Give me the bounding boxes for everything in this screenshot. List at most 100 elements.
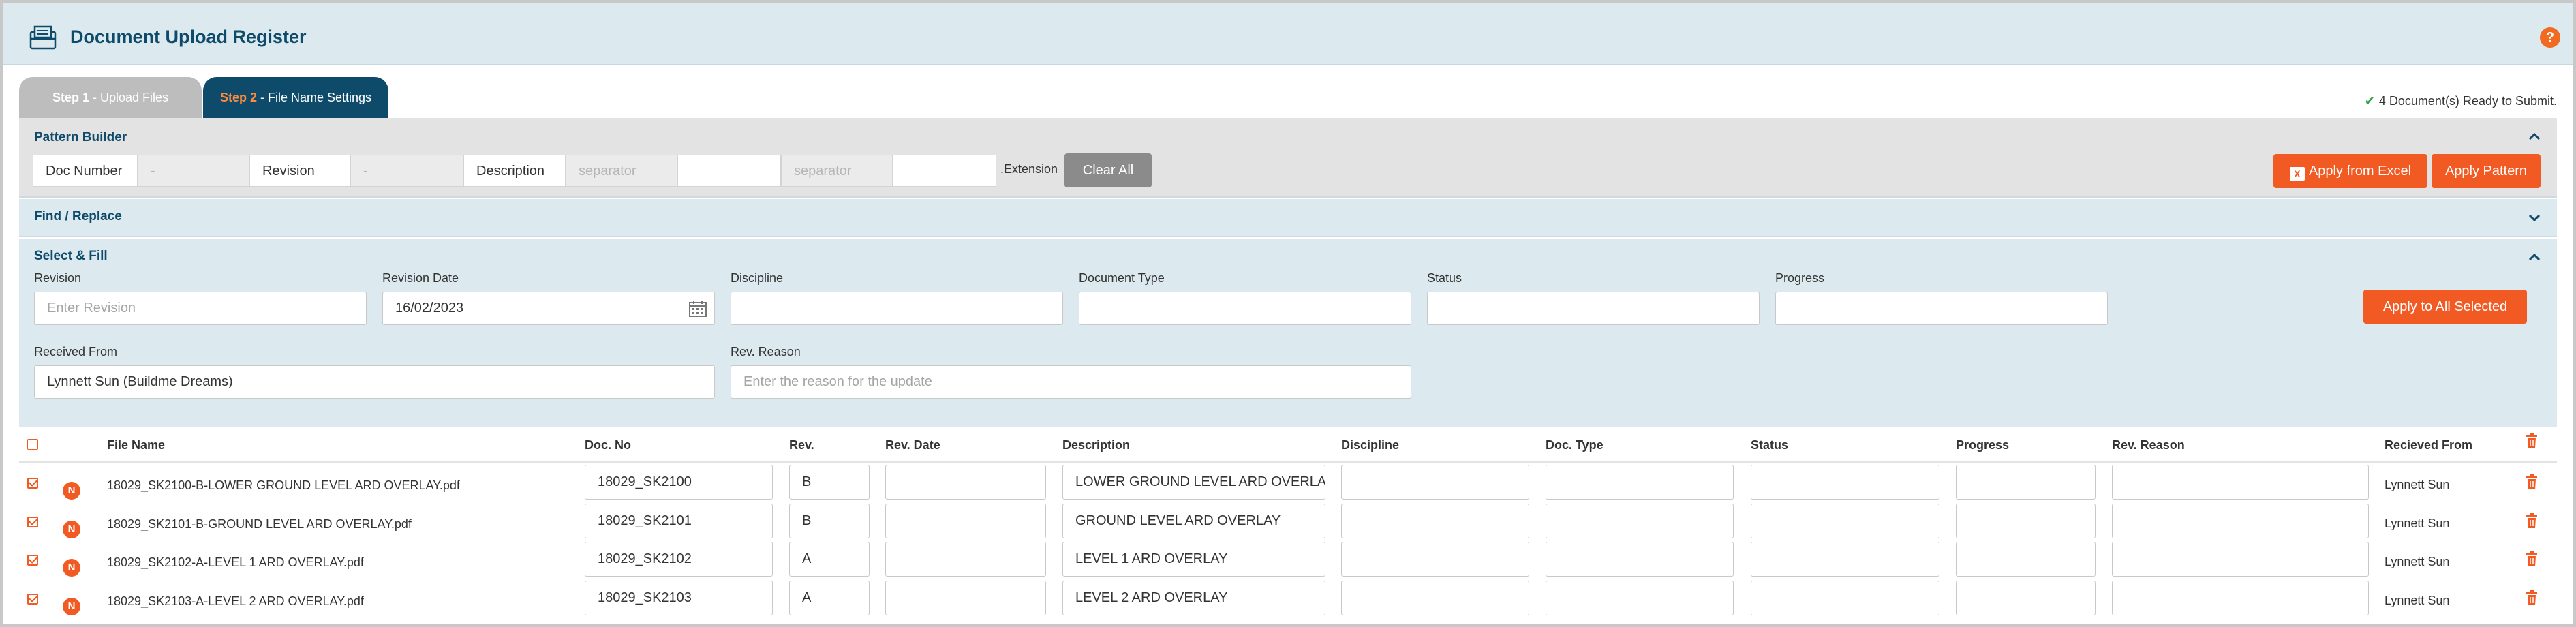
col-discipline[interactable]: Discipline [1341, 438, 1399, 453]
document-register-icon [29, 25, 57, 50]
rev-reason-input[interactable] [2112, 542, 2369, 577]
rev-input[interactable]: B [789, 465, 870, 500]
col-rev[interactable]: Rev. [789, 438, 814, 453]
row-checkbox[interactable] [27, 478, 38, 489]
rev-input[interactable]: A [789, 581, 870, 615]
separator-field-2[interactable]: separator [781, 155, 893, 187]
doc-no-input[interactable]: 18029_SK2103 [585, 581, 773, 615]
status-input[interactable] [1751, 581, 1939, 615]
doc-type-input[interactable] [1546, 542, 1734, 577]
revision-input[interactable]: Enter Revision [34, 292, 367, 325]
header-bar: Document Upload Register ? [3, 3, 2573, 65]
trash-icon[interactable] [2526, 433, 2538, 448]
pattern-revision-field[interactable]: - [350, 155, 463, 187]
rev-reason-input[interactable] [2112, 581, 2369, 615]
discipline-select[interactable] [731, 292, 1063, 325]
status-input[interactable] [1751, 504, 1939, 538]
calendar-icon[interactable] [688, 300, 707, 318]
find-replace-title: Find / Replace [34, 209, 122, 224]
col-rev-date[interactable]: Rev. Date [885, 438, 940, 453]
excel-icon: X [2289, 167, 2305, 181]
discipline-input[interactable] [1341, 465, 1529, 500]
chevron-up-icon[interactable] [2527, 249, 2542, 264]
chevron-down-icon[interactable] [2527, 210, 2542, 225]
find-replace-panel[interactable]: Find / Replace [19, 199, 2557, 237]
discipline-input[interactable] [1341, 581, 1529, 615]
revision-date-input[interactable]: 16/02/2023 [382, 292, 715, 325]
row-checkbox[interactable] [27, 517, 38, 527]
pattern-segment-field-1[interactable] [677, 155, 781, 187]
received-from-cell: Lynnett Sun [2385, 594, 2450, 607]
apply-pattern-button[interactable]: Apply Pattern [2432, 154, 2541, 188]
received-from-select[interactable]: Lynnett Sun (Buildme Dreams) [34, 365, 715, 399]
progress-label: Progress [1775, 271, 1825, 285]
doc-no-input[interactable]: 18029_SK2101 [585, 504, 773, 538]
rev-input[interactable]: A [789, 542, 870, 577]
pattern-revision-label: Revision [249, 155, 350, 187]
col-progress[interactable]: Progress [1956, 438, 2009, 453]
ready-status: ✔ 4 Document(s) Ready to Submit. [2365, 94, 2557, 108]
progress-input[interactable] [1956, 465, 2096, 500]
separator-field-1[interactable]: separator [566, 155, 677, 187]
progress-select[interactable] [1775, 292, 2108, 325]
progress-input[interactable] [1956, 504, 2096, 538]
status-input[interactable] [1751, 465, 1939, 500]
col-file-name[interactable]: File Name [107, 438, 165, 453]
chevron-up-icon[interactable] [2527, 129, 2542, 144]
description-input[interactable]: LEVEL 1 ARD OVERLAY [1062, 542, 1325, 577]
doc-no-input[interactable]: 18029_SK2100 [585, 465, 773, 500]
rev-date-input[interactable] [885, 581, 1046, 615]
tab-upload-files[interactable]: Step 1 - Upload Files [19, 77, 202, 118]
apply-to-all-selected-button[interactable]: Apply to All Selected [2363, 290, 2527, 324]
rev-input[interactable]: B [789, 504, 870, 538]
doc-no-input[interactable]: 18029_SK2102 [585, 542, 773, 577]
received-from-cell: Lynnett Sun [2385, 478, 2450, 491]
rev-date-input[interactable] [885, 504, 1046, 538]
rev-date-input[interactable] [885, 542, 1046, 577]
col-description[interactable]: Description [1062, 438, 1130, 453]
progress-input[interactable] [1956, 581, 2096, 615]
status-select[interactable] [1427, 292, 1760, 325]
doc-type-input[interactable] [1546, 581, 1734, 615]
col-received-from[interactable]: Recieved From [2385, 438, 2472, 453]
description-input[interactable]: LEVEL 2 ARD OVERLAY [1062, 581, 1325, 615]
clear-all-button[interactable]: Clear All [1064, 153, 1152, 187]
select-fill-title[interactable]: Select & Fill [34, 249, 108, 264]
trash-icon[interactable] [2526, 551, 2538, 566]
check-icon: ✔ [2364, 94, 2375, 108]
discipline-input[interactable] [1341, 504, 1529, 538]
trash-icon[interactable] [2526, 513, 2538, 528]
tab-step-number: Step 2 [219, 91, 257, 104]
new-badge: N [63, 598, 80, 615]
tab-label: - Upload Files [89, 91, 169, 104]
revision-date-value: 16/02/2023 [395, 301, 464, 316]
status-input[interactable] [1751, 542, 1939, 577]
trash-icon[interactable] [2526, 474, 2538, 489]
doc-type-input[interactable] [1546, 504, 1734, 538]
rev-reason-input[interactable] [2112, 465, 2369, 500]
pattern-segment-field-2[interactable] [893, 155, 996, 187]
doc-type-input[interactable] [1546, 465, 1734, 500]
rev-reason-input[interactable]: Enter the reason for the update [731, 365, 1411, 399]
row-checkbox[interactable] [27, 594, 38, 605]
col-doc-no[interactable]: Doc. No [585, 438, 631, 453]
row-checkbox[interactable] [27, 555, 38, 566]
apply-from-excel-button[interactable]: X Apply from Excel [2273, 154, 2427, 188]
select-all-checkbox[interactable] [27, 439, 38, 450]
progress-input[interactable] [1956, 542, 2096, 577]
ready-text: 4 Document(s) Ready to Submit. [2378, 94, 2557, 108]
discipline-input[interactable] [1341, 542, 1529, 577]
trash-icon[interactable] [2526, 590, 2538, 605]
description-input[interactable]: GROUND LEVEL ARD OVERLAY [1062, 504, 1325, 538]
document-type-select[interactable] [1079, 292, 1411, 325]
col-rev-reason[interactable]: Rev. Reason [2112, 438, 2185, 453]
col-doc-type[interactable]: Doc. Type [1546, 438, 1604, 453]
pattern-builder-title[interactable]: Pattern Builder [34, 130, 127, 145]
tab-file-name-settings[interactable]: Step 2 - File Name Settings [203, 77, 388, 118]
rev-date-input[interactable] [885, 465, 1046, 500]
rev-reason-input[interactable] [2112, 504, 2369, 538]
help-icon[interactable]: ? [2540, 27, 2560, 48]
pattern-doc-number-field[interactable]: - [138, 155, 249, 187]
col-status[interactable]: Status [1751, 438, 1788, 453]
description-input[interactable]: LOWER GROUND LEVEL ARD OVERLA [1062, 465, 1325, 500]
